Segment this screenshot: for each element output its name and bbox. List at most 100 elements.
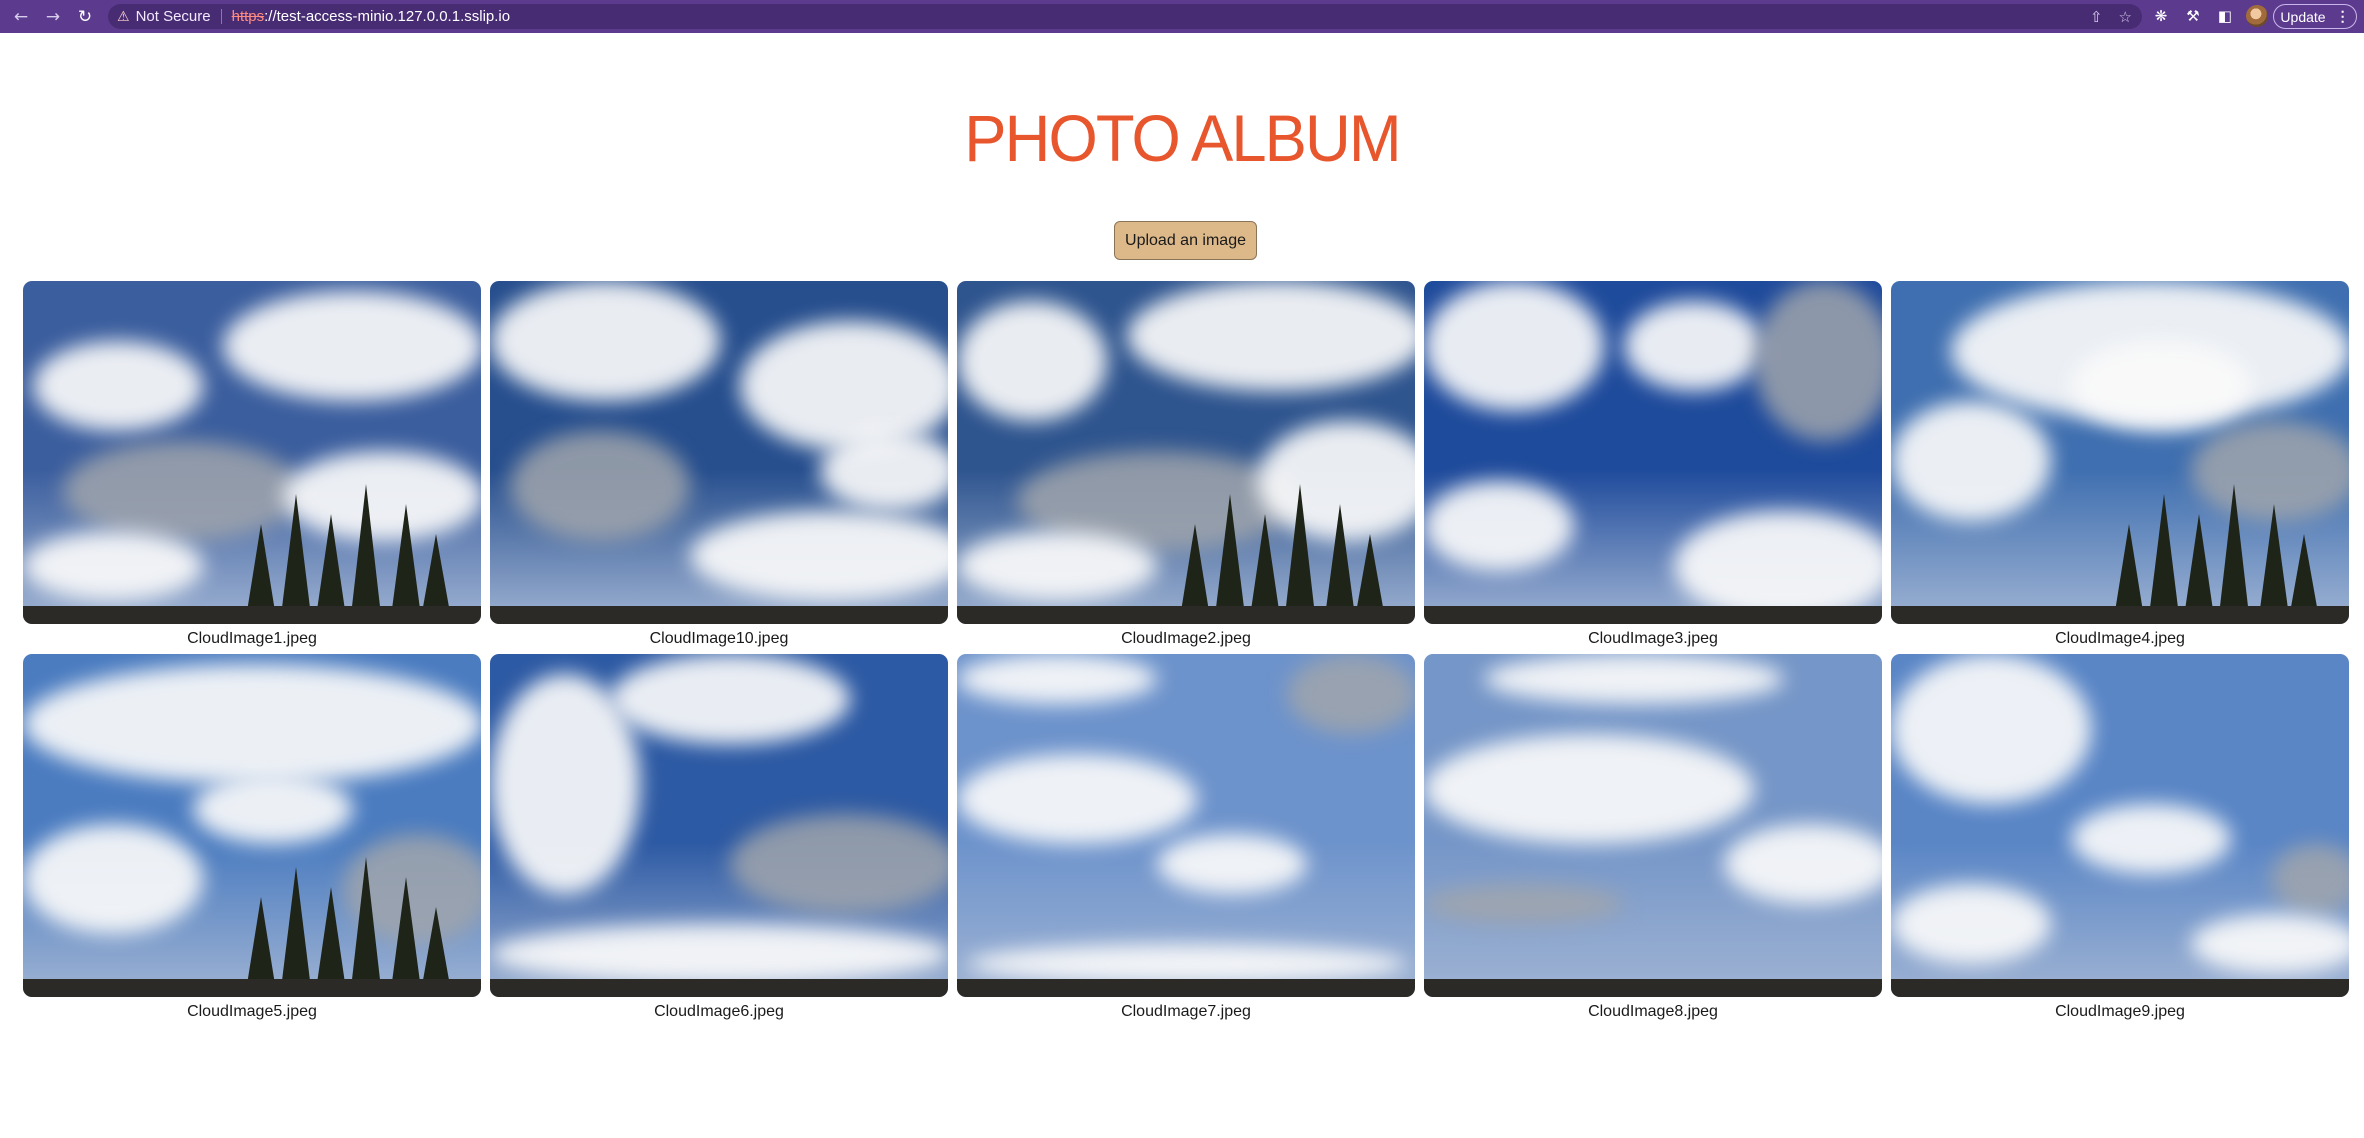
photo-caption: CloudImage9.jpeg [2055, 1003, 2185, 1020]
cloud-shape [740, 321, 948, 451]
cloud-shape [610, 654, 850, 744]
kebab-menu-icon[interactable]: ⋮ [2336, 8, 2350, 25]
photo-caption: CloudImage4.jpeg [2055, 630, 2185, 647]
url-host: ://test-access-minio.127.0.0.1.sslip.io [264, 8, 511, 25]
photo-thumbnail[interactable] [1424, 654, 1882, 997]
navigation-buttons: ← → ↻ [8, 4, 104, 30]
warning-triangle-icon[interactable]: ⚠ [117, 9, 130, 25]
photo-thumbnail[interactable] [1891, 654, 2349, 997]
cloud-shape [33, 341, 203, 431]
cloud-shape [2071, 341, 2251, 431]
photo-card[interactable]: CloudImage2.jpeg [957, 281, 1415, 654]
security-status-label[interactable]: Not Secure [136, 8, 211, 25]
photo-card[interactable]: CloudImage5.jpeg [23, 654, 481, 1027]
ground-strip [490, 606, 948, 624]
photo-caption: CloudImage1.jpeg [187, 630, 317, 647]
photo-thumbnail[interactable] [957, 281, 1415, 624]
url-scheme: https [231, 8, 265, 25]
tree-shape [350, 484, 382, 624]
url-text[interactable]: https://test-access-minio.127.0.0.1.ssli… [232, 8, 510, 25]
ground-strip [490, 979, 948, 997]
photo-grid: CloudImage1.jpeg CloudImage10.jpeg CloudIm… [23, 281, 2349, 1027]
photo-card[interactable]: CloudImage9.jpeg [1891, 654, 2349, 1027]
photo-caption: CloudImage2.jpeg [1121, 630, 1251, 647]
tree-shape [1284, 484, 1316, 624]
photo-card[interactable]: CloudImage10.jpeg [490, 281, 948, 654]
cloud-shape [730, 814, 948, 914]
cloud-shape [957, 654, 1157, 704]
cloud-shape [510, 431, 690, 541]
photo-caption: CloudImage7.jpeg [1121, 1003, 1251, 1020]
cloud-shape [23, 824, 203, 934]
cloud-shape [957, 754, 1197, 844]
puzzle-piece-icon[interactable]: ⚒ [2182, 5, 2204, 27]
photo-thumbnail[interactable] [1891, 281, 2349, 624]
address-bar-actions: ⇧ ☆ [2074, 8, 2132, 26]
photo-card[interactable]: CloudImage7.jpeg [957, 654, 1415, 1027]
cloud-shape [223, 291, 481, 401]
cloud-shape [1754, 281, 1882, 441]
cloud-shape [1157, 834, 1307, 894]
photo-card[interactable]: CloudImage4.jpeg [1891, 281, 2349, 654]
tree-shape [350, 857, 382, 997]
back-arrow-icon[interactable]: ← [8, 4, 34, 30]
tree-shape [2218, 484, 2250, 624]
ground-strip [23, 979, 481, 997]
chatgpt-extension-icon[interactable]: ❋ [2150, 5, 2172, 27]
cloud-shape [2271, 844, 2349, 914]
cloud-shape [1424, 734, 1754, 844]
tree-shape [2148, 494, 2180, 624]
address-bar-divider [220, 9, 222, 24]
photo-thumbnail[interactable] [1424, 281, 1882, 624]
cloud-shape [1424, 281, 1604, 411]
cloud-shape [1624, 301, 1764, 391]
upload-image-button[interactable]: Upload an image [1114, 221, 1257, 260]
photo-card[interactable]: CloudImage8.jpeg [1424, 654, 1882, 1027]
tree-shape [1214, 494, 1246, 624]
cloud-shape [957, 531, 1157, 601]
cloud-shape [957, 301, 1107, 421]
photo-card[interactable]: CloudImage3.jpeg [1424, 281, 1882, 654]
cloud-shape [1891, 884, 2051, 964]
photo-thumbnail[interactable] [490, 281, 948, 624]
cloud-shape [1287, 654, 1415, 734]
cloud-shape [690, 511, 948, 601]
reload-icon[interactable]: ↻ [72, 4, 98, 30]
ground-strip [1891, 979, 2349, 997]
tree-shape [280, 494, 312, 624]
address-bar[interactable]: ⚠ Not Secure https://test-access-minio.1… [108, 4, 2142, 29]
cloud-shape [967, 944, 1407, 984]
forward-arrow-icon[interactable]: → [40, 4, 66, 30]
photo-caption: CloudImage10.jpeg [649, 630, 789, 647]
photo-thumbnail[interactable] [957, 654, 1415, 997]
tree-silhouette [245, 484, 452, 624]
photo-thumbnail[interactable] [23, 281, 481, 624]
ground-strip [23, 606, 481, 624]
tree-silhouette [245, 857, 452, 997]
cloud-shape [1724, 824, 1882, 904]
profile-avatar[interactable] [2246, 5, 2268, 27]
cloud-shape [490, 281, 720, 401]
browser-toolbar: ← → ↻ ⚠ Not Secure https://test-access-m… [0, 0, 2364, 33]
side-panel-icon[interactable]: ◧ [2214, 5, 2236, 27]
photo-caption: CloudImage3.jpeg [1588, 630, 1718, 647]
star-icon[interactable]: ☆ [2119, 8, 2132, 26]
ground-strip [1424, 606, 1882, 624]
update-label: Update [2280, 8, 2326, 25]
share-icon[interactable]: ⇧ [2090, 8, 2103, 26]
tree-silhouette [2113, 484, 2320, 624]
photo-thumbnail[interactable] [490, 654, 948, 997]
ground-strip [1424, 979, 1882, 997]
photo-thumbnail[interactable] [23, 654, 481, 997]
update-button[interactable]: Update ⋮ [2273, 4, 2357, 29]
cloud-shape [2071, 804, 2231, 874]
photo-card[interactable]: CloudImage1.jpeg [23, 281, 481, 654]
cloud-shape [1891, 401, 2051, 521]
photo-card[interactable]: CloudImage6.jpeg [490, 654, 948, 1027]
photo-caption: CloudImage8.jpeg [1588, 1003, 1718, 1020]
photo-caption: CloudImage5.jpeg [187, 1003, 317, 1020]
photo-caption: CloudImage6.jpeg [654, 1003, 784, 1020]
ground-strip [957, 606, 1415, 624]
ground-strip [1891, 606, 2349, 624]
cloud-shape [490, 924, 948, 984]
